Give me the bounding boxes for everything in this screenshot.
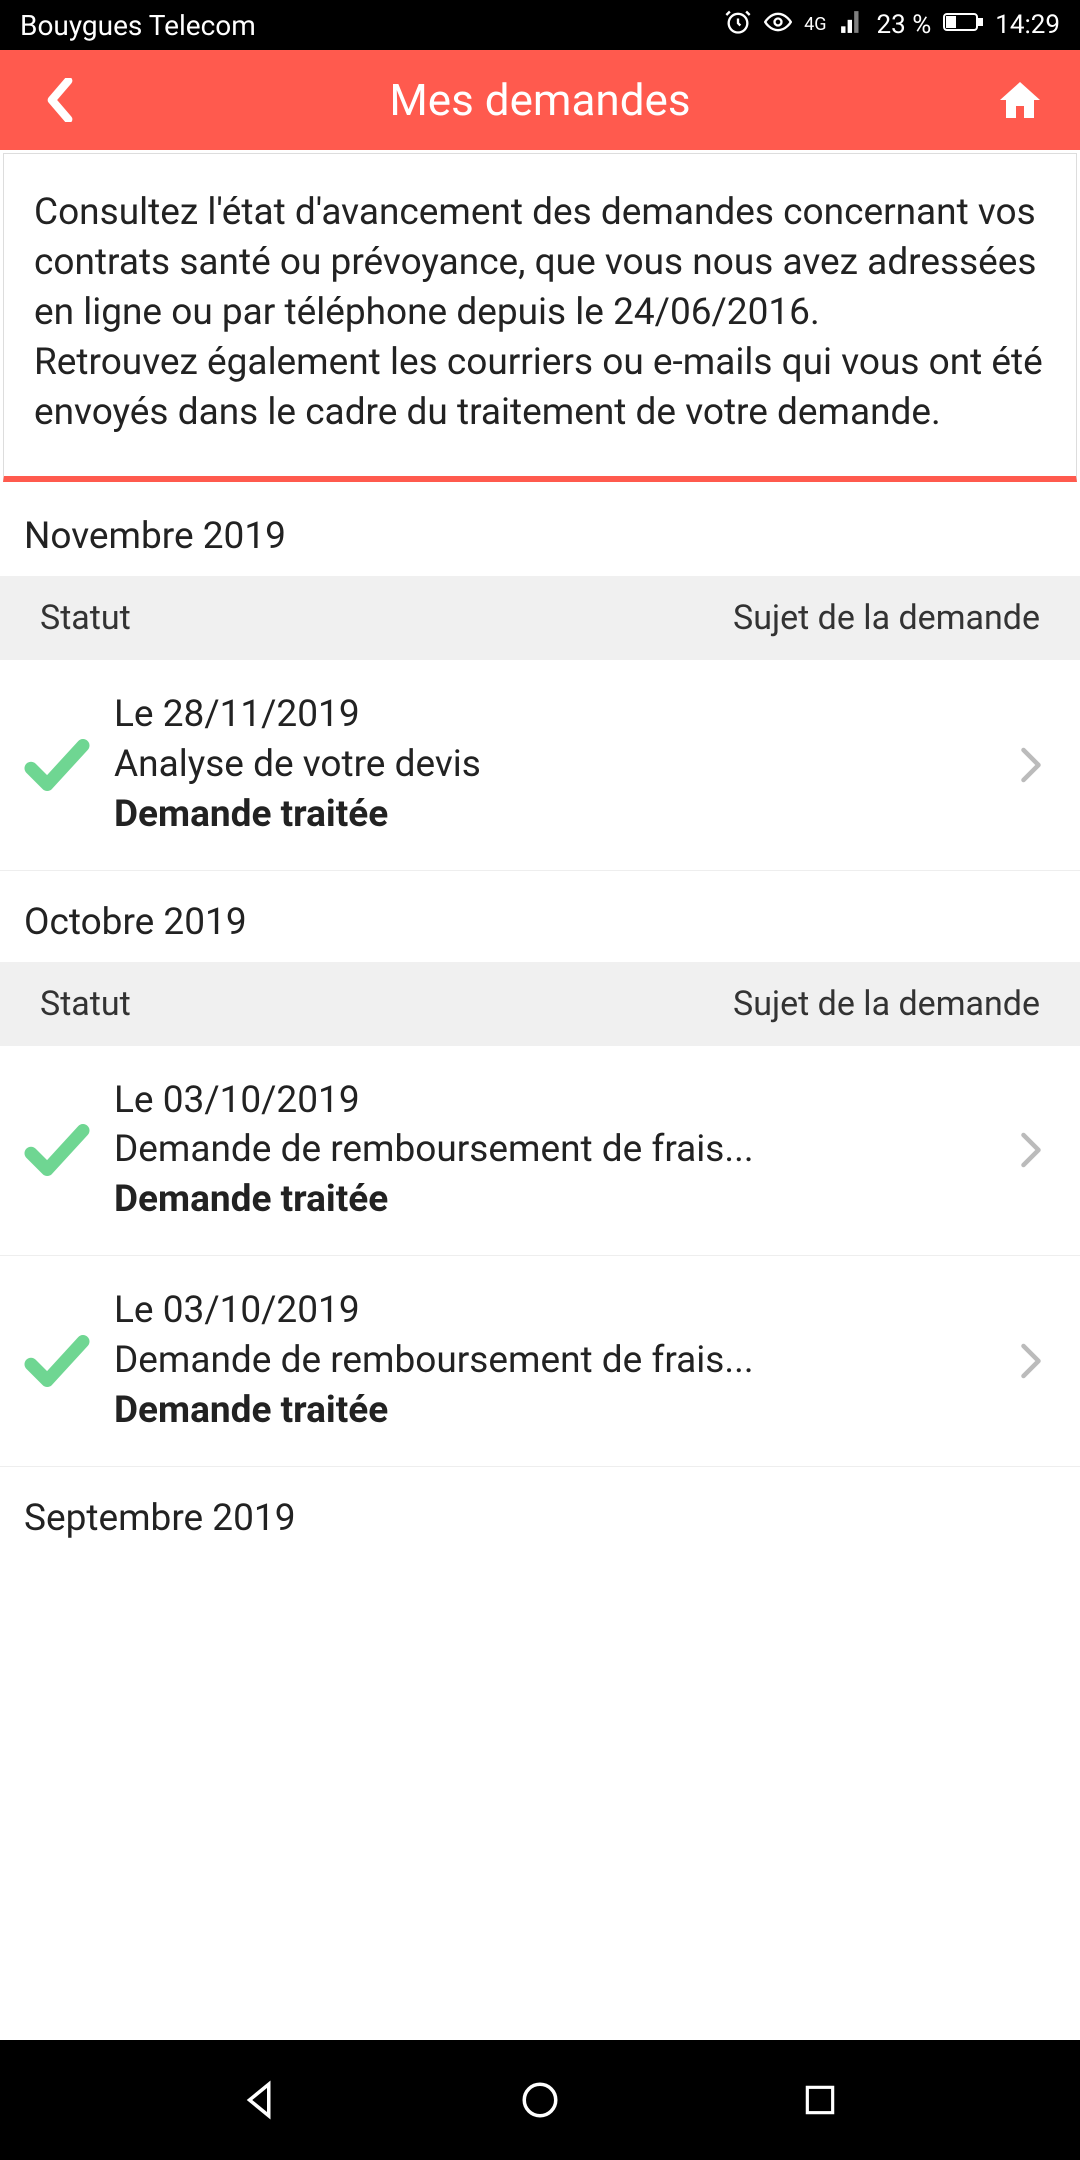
signal-icon: [839, 9, 865, 42]
request-subject: Demande de remboursement de frais...: [114, 1336, 1006, 1386]
request-row[interactable]: Le 03/10/2019Demande de remboursement de…: [0, 1256, 1080, 1467]
col-statut: Statut: [40, 984, 131, 1024]
month-header: Novembre 2019: [0, 485, 1080, 576]
system-nav-bar: [0, 2040, 1080, 2160]
request-row[interactable]: Le 03/10/2019Demande de remboursement de…: [0, 1046, 1080, 1257]
request-content: Le 03/10/2019Demande de remboursement de…: [114, 1076, 1006, 1226]
nav-back-button[interactable]: [230, 2070, 290, 2130]
month-header: Septembre 2019: [0, 1467, 1080, 1558]
request-subject: Demande de remboursement de frais...: [114, 1125, 1006, 1175]
carrier-label: Bouygues Telecom: [20, 9, 256, 42]
col-sujet: Sujet de la demande: [733, 598, 1040, 638]
intro-card: Consultez l'état d'avancement des demand…: [3, 153, 1077, 482]
request-date: Le 03/10/2019: [114, 1286, 1006, 1336]
table-header: Statut Sujet de la demande: [0, 576, 1080, 660]
intro-text: Consultez l'état d'avancement des demand…: [34, 188, 1046, 438]
request-row[interactable]: Le 28/11/2019Analyse de votre devisDeman…: [0, 660, 1080, 871]
request-subject: Analyse de votre devis: [114, 740, 1006, 790]
battery-label: 23 %: [877, 10, 932, 40]
status-icons: 4G 23 % 14:29: [724, 8, 1060, 43]
request-status: Demande traitée: [114, 790, 1006, 840]
table-header: Statut Sujet de la demande: [0, 962, 1080, 1046]
time-label: 14:29: [995, 10, 1060, 40]
nav-recent-button[interactable]: [790, 2070, 850, 2130]
request-date: Le 03/10/2019: [114, 1076, 1006, 1126]
app-header: Mes demandes: [0, 50, 1080, 150]
chevron-right-icon: [1006, 1132, 1056, 1168]
alarm-icon: [724, 8, 752, 43]
back-button[interactable]: [36, 76, 84, 124]
chevron-right-icon: [1006, 1343, 1056, 1379]
status-check-icon: [24, 1335, 114, 1387]
chevron-right-icon: [1006, 747, 1056, 783]
home-button[interactable]: [996, 76, 1044, 124]
nav-home-button[interactable]: [510, 2070, 570, 2130]
request-date: Le 28/11/2019: [114, 690, 1006, 740]
page-title: Mes demandes: [84, 74, 996, 126]
network-label: 4G: [804, 16, 826, 34]
eye-icon: [764, 8, 792, 43]
request-content: Le 03/10/2019Demande de remboursement de…: [114, 1286, 1006, 1436]
status-bar: Bouygues Telecom 4G 23 % 14:29: [0, 0, 1080, 50]
request-status: Demande traitée: [114, 1175, 1006, 1225]
status-check-icon: [24, 1124, 114, 1176]
month-header: Octobre 2019: [0, 871, 1080, 962]
request-status: Demande traitée: [114, 1386, 1006, 1436]
col-statut: Statut: [40, 598, 131, 638]
request-content: Le 28/11/2019Analyse de votre devisDeman…: [114, 690, 1006, 840]
status-check-icon: [24, 739, 114, 791]
col-sujet: Sujet de la demande: [733, 984, 1040, 1024]
battery-icon: [943, 10, 983, 40]
